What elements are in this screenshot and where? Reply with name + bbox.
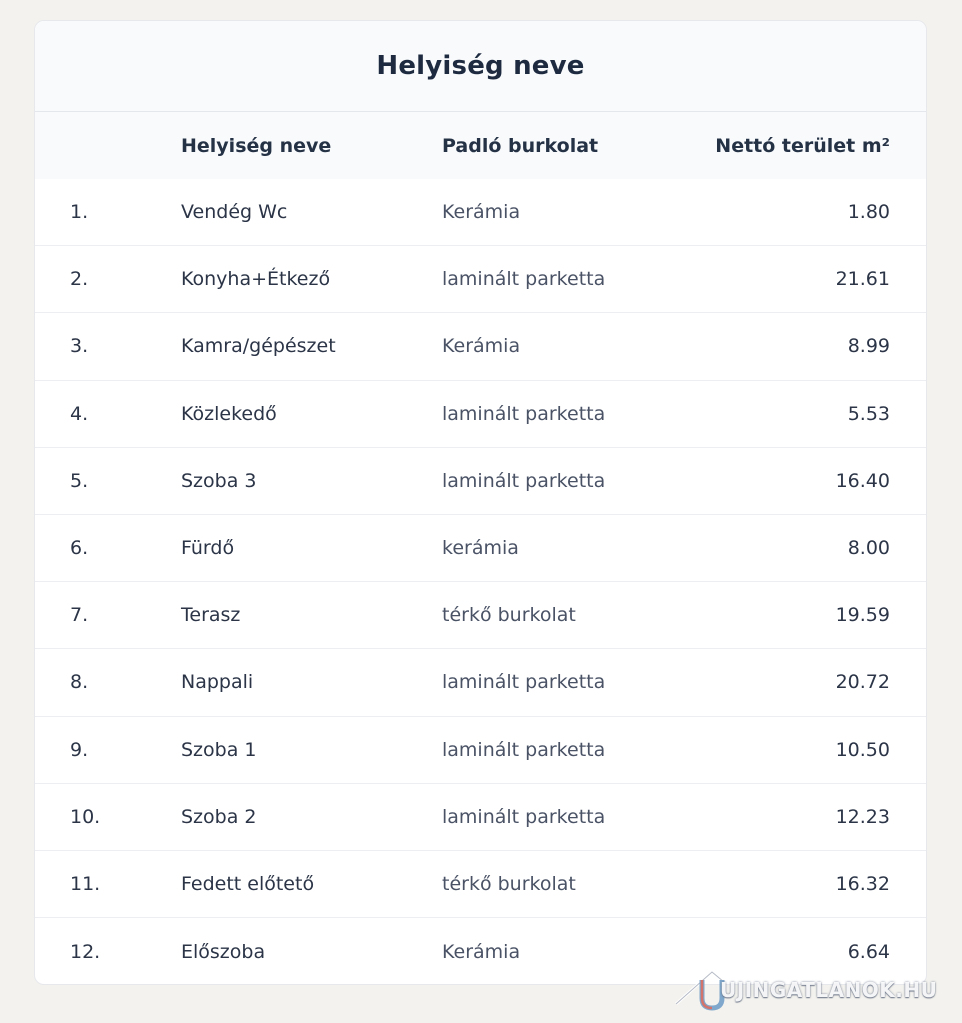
row-num: 6. — [70, 537, 89, 560]
table-row: 1. Vendég Wc Kerámia 1.80 — [35, 179, 926, 247]
row-room-name: Konyha+Étkező — [181, 268, 331, 291]
row-room-name: Vendég Wc — [181, 201, 288, 224]
row-floor: Kerámia — [442, 335, 521, 358]
row-num: 7. — [70, 604, 89, 627]
row-floor: térkő burkolat — [442, 604, 576, 627]
page: Helyiség neve Helyiség neve Padló burkol… — [0, 0, 962, 1023]
card-header: Helyiség neve — [35, 21, 926, 112]
table-row: 7. Terasz térkő burkolat 19.59 — [35, 582, 926, 650]
table-row: 9. Szoba 1 laminált parketta 10.50 — [35, 717, 926, 784]
row-area: 1.80 — [847, 201, 890, 224]
table-row: 4. Közlekedő laminált parketta 5.53 — [35, 381, 926, 448]
header-floor: Padló burkolat — [442, 134, 599, 157]
row-area: 20.72 — [835, 671, 890, 694]
row-room-name: Szoba 3 — [181, 469, 257, 492]
row-num: 11. — [70, 872, 101, 895]
row-area: 8.00 — [847, 537, 890, 560]
row-num: 4. — [70, 402, 89, 425]
row-floor: Kerámia — [442, 940, 521, 963]
row-area: 19.59 — [835, 604, 890, 627]
watermark: UJINGATLANOK.HU — [672, 958, 952, 1014]
row-room-name: Előszoba — [181, 940, 266, 963]
table-row: 10. Szoba 2 laminált parketta 12.23 — [35, 784, 926, 851]
table-row: 2. Konyha+Étkező laminált parketta 21.61 — [35, 246, 926, 314]
row-floor: laminált parketta — [442, 402, 606, 425]
row-room-name: Szoba 1 — [181, 738, 257, 761]
table-row: 8. Nappali laminált parketta 20.72 — [35, 649, 926, 717]
header-area: Nettó terület m² — [715, 134, 890, 157]
table-row: 6. Fürdő kerámia 8.00 — [35, 515, 926, 583]
row-num: 10. — [70, 805, 101, 828]
row-area: 12.23 — [835, 805, 890, 828]
row-area: 16.40 — [835, 469, 890, 492]
row-num: 12. — [70, 940, 101, 963]
row-room-name: Kamra/gépészet — [181, 335, 336, 358]
row-num: 3. — [70, 335, 89, 358]
table-row: 5. Szoba 3 laminált parketta 16.40 — [35, 448, 926, 515]
row-num: 2. — [70, 268, 89, 291]
watermark-text: UJINGATLANOK.HU — [720, 978, 938, 1002]
row-room-name: Közlekedő — [181, 402, 277, 425]
table-header-row: Helyiség neve Padló burkolat Nettó terül… — [35, 112, 926, 179]
card-title: Helyiség neve — [376, 51, 585, 81]
row-room-name: Fürdő — [181, 537, 235, 560]
row-num: 8. — [70, 671, 89, 694]
row-room-name: Fedett előtető — [181, 872, 315, 895]
row-room-name: Terasz — [181, 604, 241, 627]
table-row: 3. Kamra/gépészet Kerámia 8.99 — [35, 313, 926, 381]
row-area: 21.61 — [835, 268, 890, 291]
row-num: 9. — [70, 738, 89, 761]
header-room-name: Helyiség neve — [181, 134, 332, 157]
row-area: 16.32 — [835, 872, 890, 895]
row-num: 1. — [70, 201, 89, 224]
row-room-name: Szoba 2 — [181, 805, 257, 828]
row-floor: laminált parketta — [442, 738, 606, 761]
room-table-card: Helyiség neve Helyiség neve Padló burkol… — [34, 20, 927, 985]
row-floor: laminált parketta — [442, 805, 606, 828]
row-floor: térkő burkolat — [442, 872, 576, 895]
row-floor: kerámia — [442, 537, 519, 560]
row-floor: laminált parketta — [442, 268, 606, 291]
row-floor: laminált parketta — [442, 469, 606, 492]
row-area: 8.99 — [847, 335, 890, 358]
table-row: 11. Fedett előtető térkő burkolat 16.32 — [35, 851, 926, 919]
table-body: 1. Vendég Wc Kerámia 1.80 2. Konyha+Étkező lam… — [35, 179, 926, 984]
row-area: 5.53 — [847, 402, 890, 425]
row-floor: laminált parketta — [442, 671, 606, 694]
row-room-name: Nappali — [181, 671, 254, 694]
row-num: 5. — [70, 469, 89, 492]
row-floor: Kerámia — [442, 201, 521, 224]
row-area: 10.50 — [835, 738, 890, 761]
